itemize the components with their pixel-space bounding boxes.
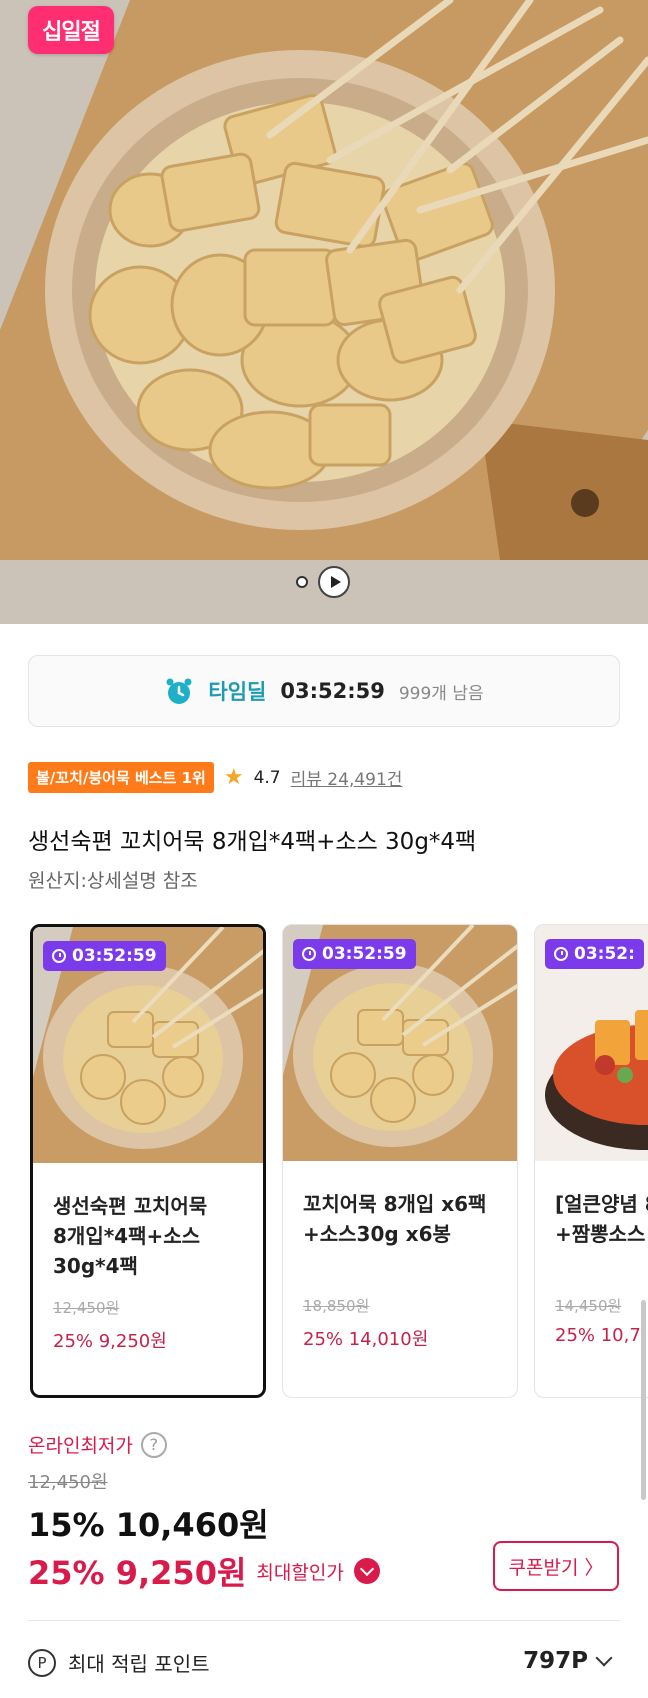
- points-label: 최대 적립 포인트: [68, 1652, 210, 1676]
- option-discount-price: 25% 10,7: [555, 1325, 641, 1346]
- carousel-dot[interactable]: [296, 576, 308, 588]
- product-title: 생선숙편 꼬치어묵 8개입*4팩+소스 30g*4팩: [28, 829, 477, 855]
- divider: [28, 1620, 620, 1621]
- points-row[interactable]: P 최대 적립 포인트: [28, 1648, 210, 1677]
- option-card[interactable]: 03:52: [얼큰양념 8개입*4팩 +짬뽕소스 50g*4봉 14,450원…: [534, 924, 648, 1398]
- scrollbar[interactable]: [641, 1300, 646, 1500]
- coupon-label: 쿠폰받기: [508, 1556, 579, 1579]
- option-timer-badge: 03:52:59: [43, 941, 166, 971]
- rating-value: 4.7: [253, 767, 281, 788]
- sale-price: 15% 10,460원: [28, 1506, 269, 1544]
- review-count-link[interactable]: 리뷰 24,491건: [291, 765, 403, 790]
- alarm-clock-icon: [166, 678, 192, 704]
- fishcake-pot-illustration: [0, 0, 648, 624]
- clock-icon: [554, 947, 568, 961]
- option-carousel[interactable]: 03:52:59 생선숙편 꼬치어묵 8개입*4팩+소스 30g*4팩 12,4…: [0, 924, 648, 1400]
- star-icon: ★: [223, 765, 244, 790]
- option-name: [얼큰양념 8개입*4팩 +짬뽕소스 50g*4봉: [555, 1192, 648, 1246]
- timedeal-countdown: 03:52:59: [280, 679, 385, 703]
- option-original-price: 12,450원: [53, 1299, 120, 1317]
- option-timer: 03:52:59: [322, 944, 407, 964]
- option-name: 꼬치어묵 8개입 x6팩+소스30g x6봉: [303, 1192, 487, 1246]
- option-original-price: 18,850원: [303, 1297, 370, 1315]
- product-origin: 원산지:상세설명 참조: [28, 870, 198, 892]
- coupon-button[interactable]: 쿠폰받기 〉: [493, 1541, 619, 1591]
- option-original-price: 14,450원: [555, 1297, 622, 1315]
- point-icon: P: [28, 1648, 56, 1677]
- option-thumbnail: 03:52:59: [33, 927, 263, 1163]
- timedeal-remaining: 999개 남음: [398, 683, 484, 704]
- option-discount-price: 25% 14,010원: [303, 1329, 429, 1350]
- timedeal-label: 타임딜: [208, 680, 267, 704]
- max-discount-label: 최대할인가: [256, 1561, 344, 1584]
- option-timer-badge: 03:52:: [545, 939, 644, 969]
- product-hero-image[interactable]: 십일절: [0, 0, 648, 624]
- max-discount-row[interactable]: 25% 9,250원 최대할인가: [28, 1548, 380, 1594]
- points-value: 797P: [523, 1648, 588, 1674]
- option-thumbnail: 03:52:: [535, 925, 648, 1161]
- option-card[interactable]: 03:52:59 생선숙편 꼬치어묵 8개입*4팩+소스 30g*4팩 12,4…: [30, 924, 266, 1398]
- help-icon[interactable]: ?: [140, 1431, 167, 1458]
- option-timer: 03:52:59: [72, 946, 157, 966]
- max-discount-price: 25% 9,250원: [28, 1554, 247, 1592]
- lowest-price-label: 온라인최저가: [28, 1435, 133, 1457]
- option-card[interactable]: 03:52:59 꼬치어묵 8개입 x6팩+소스30g x6봉 18,850원 …: [282, 924, 518, 1398]
- points-value-toggle[interactable]: 797P: [523, 1648, 613, 1674]
- best-ranking-tag[interactable]: 볼/꼬치/붕어묵 베스트 1위: [28, 762, 214, 793]
- chevron-down-icon[interactable]: [353, 1558, 380, 1584]
- original-price: 12,450원: [28, 1472, 108, 1493]
- option-thumbnail: 03:52:59: [283, 925, 517, 1161]
- carousel-indicator[interactable]: [296, 566, 350, 598]
- timedeal-banner: 타임딜 03:52:59 999개 남음: [28, 655, 620, 727]
- chevron-right-icon: 〉: [584, 1556, 604, 1579]
- chevron-down-icon: [595, 1649, 613, 1667]
- option-timer: 03:52:: [574, 944, 635, 964]
- product-meta: 볼/꼬치/붕어묵 베스트 1위 ★ 4.7 리뷰 24,491건: [28, 762, 402, 793]
- option-name: 생선숙편 꼬치어묵 8개입*4팩+소스 30g*4팩: [53, 1194, 208, 1278]
- clock-icon: [52, 949, 66, 963]
- clock-icon: [302, 947, 316, 961]
- lowest-price-row: 온라인최저가 ?: [28, 1431, 167, 1458]
- play-video-icon[interactable]: [318, 566, 350, 598]
- eleven-day-badge: 십일절: [28, 6, 114, 54]
- option-timer-badge: 03:52:59: [293, 939, 416, 969]
- option-discount-price: 25% 9,250원: [53, 1331, 167, 1352]
